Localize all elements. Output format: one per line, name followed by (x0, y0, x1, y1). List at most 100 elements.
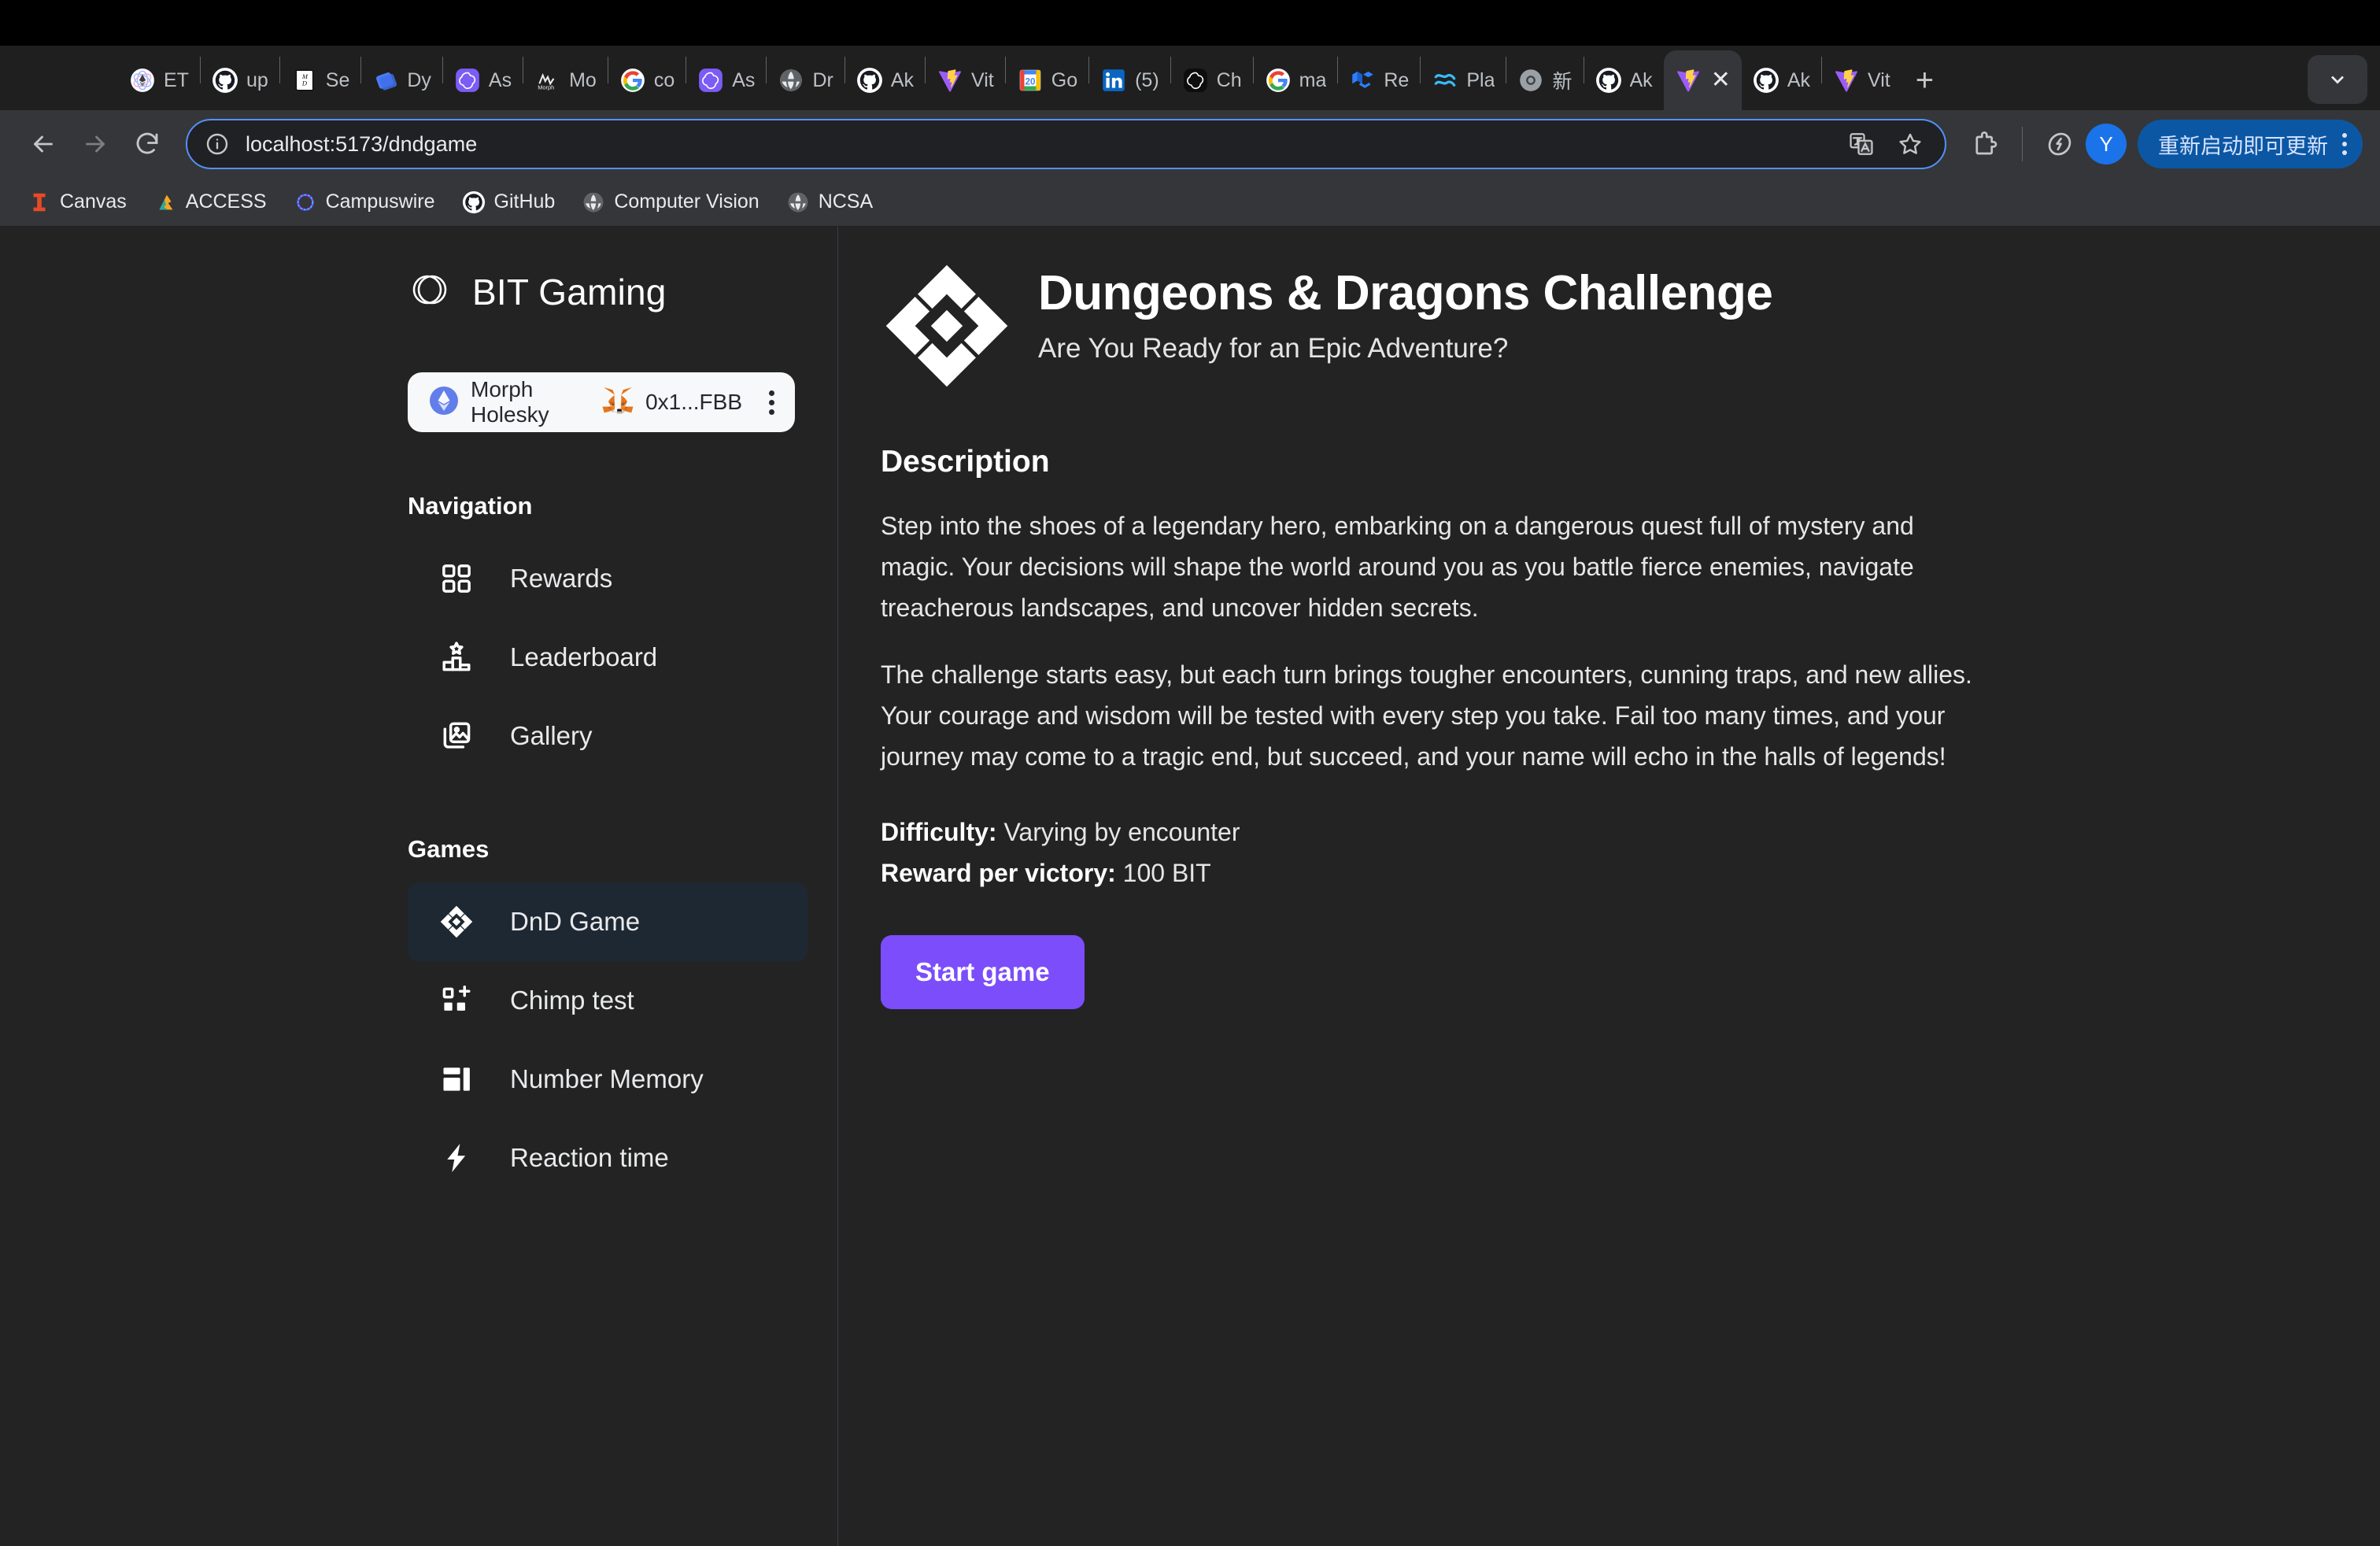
bookmark-label: GitHub (493, 190, 556, 213)
close-icon[interactable]: ✕ (1711, 68, 1731, 92)
brand[interactable]: BIT Gaming (0, 227, 837, 316)
forward-arrow-icon[interactable] (69, 118, 121, 170)
linkedin-icon (1103, 69, 1125, 91)
tab-item[interactable]: co (608, 50, 686, 110)
start-game-button[interactable]: Start game (881, 934, 1085, 1009)
tab-title: (5) (1135, 68, 1159, 91)
brand-name: BIT Gaming (472, 271, 667, 313)
tab-item[interactable]: Vit (1822, 50, 1901, 110)
openai-black-icon (1183, 68, 1207, 92)
address-bar[interactable]: localhost:5173/dndgame (186, 119, 1946, 169)
tab-item[interactable]: Dr (767, 50, 844, 110)
profile-avatar[interactable]: Y (2086, 124, 2127, 165)
tab-item[interactable]: 20 Go (1006, 50, 1088, 110)
bookmarks-bar: Canvas ACCESS Campuswire GitHub Computer Vis… (0, 178, 2380, 227)
reward-row: Reward per victory: 100 BIT (881, 853, 2380, 894)
tab-item[interactable]: (5) (1089, 50, 1170, 110)
openai-purple-icon (699, 68, 723, 92)
sidebar-item-chimp-test[interactable]: Chimp test (408, 961, 808, 1040)
bookmark-item[interactable]: Canvas (14, 190, 140, 214)
illinois-i-icon (33, 193, 46, 211)
github-icon (1753, 68, 1779, 93)
vite-icon (1676, 69, 1699, 92)
tab-item[interactable]: Ak (845, 50, 925, 110)
app-sidebar: BIT Gaming Morph Holesky 0x1...FBB Navig… (0, 227, 838, 1546)
site-info-icon[interactable] (201, 128, 233, 160)
wallet-kebab-icon[interactable] (769, 390, 774, 415)
new-tab-button[interactable]: + (1901, 65, 1948, 96)
sidebar-item-list: DnD Game Chimp test Number Memory Reaction … (0, 882, 837, 1197)
tab-item[interactable]: up (201, 50, 279, 110)
github-icon (213, 68, 238, 93)
star-icon[interactable] (1890, 124, 1931, 165)
sidebar-item-label: Rewards (510, 564, 613, 593)
page-title: Dungeons & Dragons Challenge (1038, 266, 1773, 320)
tab-item[interactable]: Ak (1584, 50, 1664, 110)
tab-item[interactable]: Dy (361, 50, 442, 110)
tab-item[interactable]: Re (1338, 50, 1420, 110)
tab-item[interactable]: 新 (1506, 50, 1583, 110)
tab-item[interactable]: Pla (1421, 50, 1506, 110)
tab-item[interactable]: ET (118, 50, 200, 110)
wallet-account[interactable]: 0x1...FBB (601, 385, 774, 420)
bookmark-item[interactable]: ACCESS (140, 190, 280, 214)
mui-icon (1352, 71, 1374, 88)
toolbar-divider (2022, 127, 2023, 161)
sidebar-item-dnd-game[interactable]: DnD Game (408, 882, 808, 961)
metamask-fox-icon (601, 385, 634, 420)
dnd-diamond-icon (439, 904, 480, 939)
sidebar-section-title: Games (408, 835, 490, 863)
description-heading: Description (881, 445, 1050, 479)
bookmark-item[interactable]: Campuswire (280, 190, 449, 214)
performance-leaf-icon[interactable] (2034, 118, 2086, 170)
tab-title: ET (164, 68, 189, 91)
tab-title: co (653, 68, 675, 91)
update-button[interactable]: 重新启动即可更新 (2138, 120, 2363, 168)
bookmark-item[interactable]: NCSA (773, 190, 886, 214)
github-icon (462, 190, 485, 213)
description-paragraph-2: The challenge starts easy, but each turn… (881, 660, 1972, 771)
markdown-book-icon: MD (295, 69, 314, 91)
kebab-menu-icon[interactable] (2338, 133, 2352, 155)
reload-icon[interactable] (121, 118, 173, 170)
sidebar-item-gallery[interactable]: Gallery (408, 697, 808, 775)
tab-title: Dr (812, 68, 833, 91)
tab-item[interactable]: Ch (1171, 50, 1253, 110)
openai-purple-icon (456, 68, 479, 92)
tab-item[interactable]: As (686, 50, 766, 110)
wallet-address: 0x1...FBB (645, 390, 742, 414)
morph-icon: Morph (538, 72, 555, 91)
bookmark-label: Computer Vision (614, 190, 759, 213)
tab-item[interactable]: Vit (926, 50, 1005, 110)
game-meta: Difficulty: Varying by encounter Reward … (881, 812, 2380, 894)
wallet-chip[interactable]: Morph Holesky 0x1...FBB (408, 372, 795, 432)
address-bar-url[interactable]: localhost:5173/dndgame (246, 132, 477, 157)
tab-item[interactable]: ma (1254, 50, 1338, 110)
sidebar-item-leaderboard[interactable]: Leaderboard (408, 618, 808, 697)
wallet-network[interactable]: Morph Holesky (428, 377, 601, 427)
sidebar-item-reaction-time[interactable]: Reaction time (408, 1119, 808, 1197)
tab-search-button[interactable] (2308, 55, 2367, 104)
page-header-text: Dungeons & Dragons Challenge Are You Rea… (1038, 260, 1773, 364)
tab-active[interactable]: ✕ (1663, 50, 1742, 110)
browser-window: ET up M D Se Dy As Morph Mo co As Dr Ak Vit 20 Go (5) Ch m… (0, 0, 2380, 1546)
tab-list: ET up M D Se Dy As Morph Mo co As Dr Ak Vit 20 Go (5) Ch m… (118, 46, 2308, 110)
github-icon (1595, 68, 1621, 93)
bookmark-item[interactable]: Computer Vision (568, 190, 772, 214)
google-calendar-icon: 20 (1019, 69, 1041, 91)
extensions-icon[interactable] (1959, 118, 2011, 170)
difficulty-label: Difficulty: (881, 817, 997, 846)
bookmark-item[interactable]: GitHub (449, 190, 569, 214)
back-arrow-icon[interactable] (17, 118, 69, 170)
tab-item[interactable]: Ak (1742, 50, 1821, 110)
tab-item[interactable]: Morph Mo (523, 50, 608, 110)
tab-title: Vit (971, 68, 994, 91)
translate-icon[interactable] (1841, 124, 1882, 165)
tab-item[interactable]: As (443, 50, 523, 110)
sidebar-item-rewards[interactable]: Rewards (408, 539, 808, 618)
tab-item[interactable]: M D Se (280, 50, 361, 110)
chrome-gray-icon (1520, 69, 1543, 91)
globe-icon (584, 192, 604, 212)
sidebar-item-number-memory[interactable]: Number Memory (408, 1040, 808, 1119)
bookmark-label: Canvas (60, 190, 127, 213)
